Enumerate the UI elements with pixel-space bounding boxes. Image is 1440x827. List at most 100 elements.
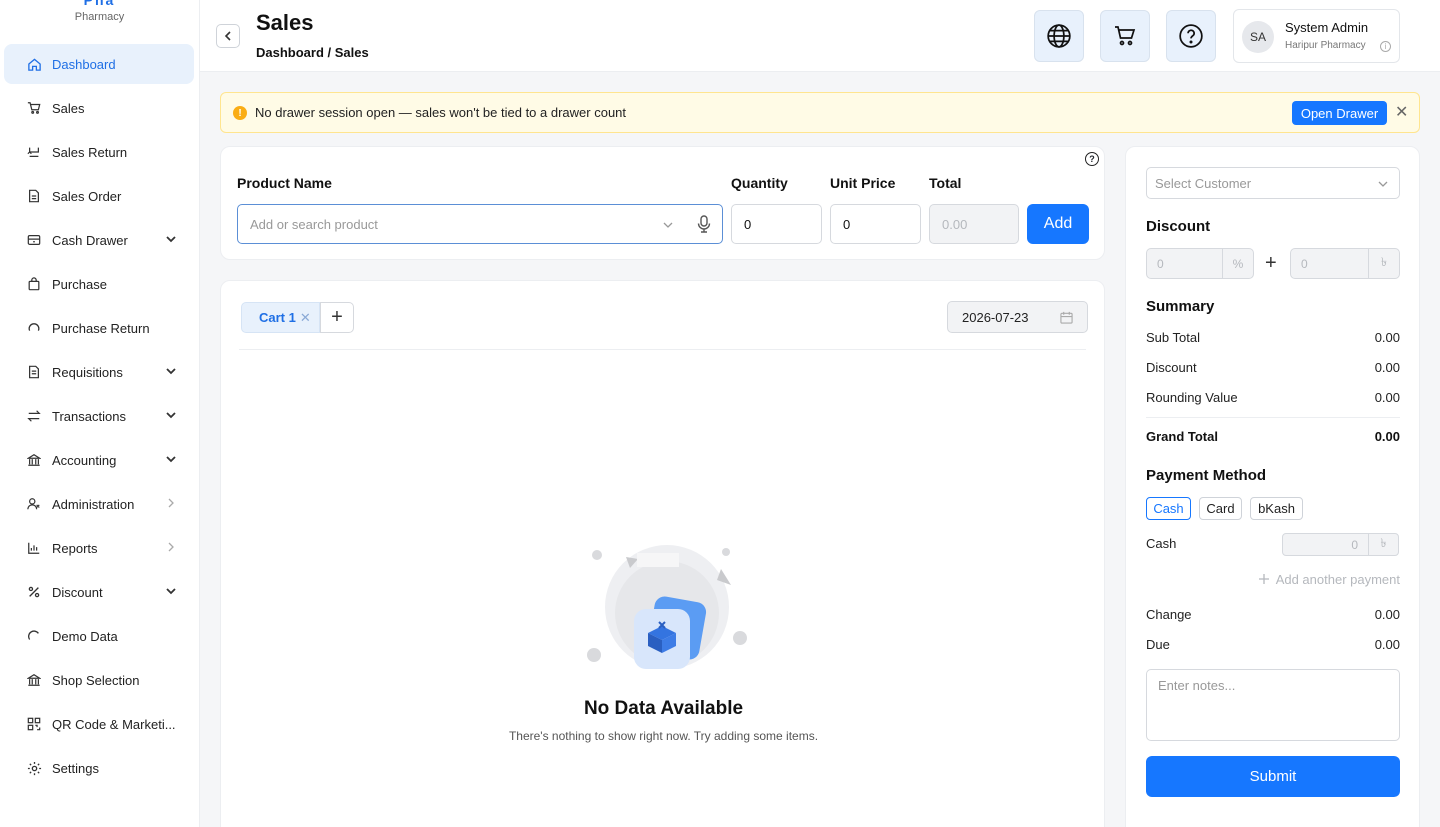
sidebar-item-reports[interactable]: Reports	[4, 528, 194, 568]
sidebar-item-demo-data[interactable]: Demo Data	[4, 616, 194, 656]
sidebar-item-administration[interactable]: Administration	[4, 484, 194, 524]
bank-icon	[26, 452, 42, 468]
sidebar-item-label: Purchase Return	[52, 320, 150, 336]
chevron-left-icon	[224, 31, 231, 41]
brand-logo: Pha	[83, 0, 116, 8]
sidebar-item-transactions[interactable]: Transactions	[4, 396, 194, 436]
language-button[interactable]	[1034, 10, 1084, 62]
empty-box-illustration	[587, 545, 747, 669]
close-icon[interactable]: ✕	[300, 310, 311, 326]
empty-state-subtitle: There's nothing to show right now. Try a…	[508, 729, 819, 743]
chevron-down-icon	[166, 456, 176, 463]
sidebar-item-accounting[interactable]: Accounting	[4, 440, 194, 480]
customer-select[interactable]: Select Customer	[1146, 167, 1400, 199]
sidebar-item-sales-return[interactable]: Sales Return	[4, 132, 194, 172]
grand-total-row: Grand Total 0.00	[1146, 429, 1400, 444]
chevron-down-icon	[166, 588, 176, 595]
percent-icon	[26, 584, 42, 600]
users-icon	[26, 496, 42, 512]
undo-icon	[26, 320, 42, 336]
sidebar-item-label: Discount	[52, 584, 103, 600]
sub-total-value: 0.00	[1374, 330, 1400, 345]
tab-cart-1[interactable]: Cart 1 ✕	[241, 302, 320, 333]
add-payment-button[interactable]: Add another payment	[1245, 572, 1400, 587]
currency-suffix: ৳	[1368, 534, 1398, 555]
quantity-input[interactable]: 0	[731, 204, 822, 244]
sidebar-item-label: Transactions	[52, 408, 126, 424]
product-search-input[interactable]: Add or search product	[237, 204, 723, 244]
plus-icon: +	[1265, 252, 1277, 274]
percent-suffix: %	[1222, 249, 1253, 278]
cart-button[interactable]	[1100, 10, 1150, 62]
sidebar-item-sales[interactable]: Sales	[4, 88, 194, 128]
grand-total-value: 0.00	[1374, 429, 1400, 444]
cart-card: Cart 1 ✕ + 2026-07-23 No Data Available …	[220, 280, 1105, 827]
payment-method-card[interactable]: Card	[1199, 497, 1242, 520]
help-icon[interactable]: ?	[1085, 152, 1099, 166]
chevron-down-icon	[1378, 181, 1388, 187]
warning-icon: !	[233, 106, 247, 120]
divider	[239, 349, 1086, 350]
help-button[interactable]	[1166, 10, 1216, 62]
close-icon[interactable]: ✕	[1395, 102, 1409, 122]
due-value: 0.00	[1374, 637, 1400, 652]
sidebar-item-label: Cash Drawer	[52, 232, 128, 248]
notes-placeholder: Enter notes...	[1158, 678, 1236, 693]
sidebar-item-purchase-return[interactable]: Purchase Return	[4, 308, 194, 348]
unit-price-label: Unit Price	[830, 175, 896, 191]
discount-value: 0.00	[1374, 360, 1400, 375]
product-name-label: Product Name	[237, 175, 332, 191]
sale-date-picker[interactable]: 2026-07-23	[947, 301, 1088, 333]
qr-icon	[26, 716, 42, 732]
open-drawer-button[interactable]: Open Drawer	[1292, 101, 1387, 125]
sidebar-item-shop-selection[interactable]: Shop Selection	[4, 660, 194, 700]
notes-textarea[interactable]: Enter notes...	[1146, 669, 1400, 741]
bar-chart-icon	[26, 540, 42, 556]
sidebar-item-sales-order[interactable]: Sales Order	[4, 176, 194, 216]
cash-amount-input[interactable]: 0 ৳	[1282, 533, 1399, 556]
due-row: Due 0.00	[1146, 637, 1400, 652]
breadcrumb[interactable]: Dashboard / Sales	[256, 45, 369, 60]
sidebar-item-label: Accounting	[52, 452, 117, 468]
avatar: SA	[1242, 21, 1274, 53]
sidebar-item-purchase[interactable]: Purchase	[4, 264, 194, 304]
microphone-icon[interactable]	[696, 215, 712, 233]
info-icon: i	[1380, 41, 1391, 52]
empty-state-title: No Data Available	[583, 698, 744, 719]
discount-amount-input[interactable]: 0 ৳	[1290, 248, 1400, 279]
sidebar-item-qr-code-marketing[interactable]: QR Code & Marketi...	[4, 704, 194, 744]
shop-icon	[26, 672, 42, 688]
add-product-button[interactable]: Add	[1027, 204, 1089, 244]
cash-amount-value: 0	[1351, 538, 1358, 552]
add-cart-button[interactable]: +	[320, 302, 354, 333]
sidebar-item-requisitions[interactable]: Requisitions	[4, 352, 194, 392]
rounding-label: Rounding Value	[1146, 390, 1238, 405]
rounding-row: Rounding Value 0.00	[1146, 390, 1400, 405]
back-button[interactable]	[216, 24, 240, 48]
product-entry-card: ? Product Name Quantity Unit Price Total…	[220, 146, 1105, 260]
sidebar-item-label: Dashboard	[52, 56, 116, 72]
sidebar-item-dashboard[interactable]: Dashboard	[4, 44, 194, 84]
discount-percent-input[interactable]: 0 %	[1146, 248, 1254, 279]
brand-subtitle: Pharmacy	[74, 11, 125, 23]
discount-heading: Discount	[1146, 218, 1211, 235]
home-icon	[26, 56, 42, 72]
brand: Pha Pharmacy	[0, 0, 199, 38]
payment-method-bkash[interactable]: bKash	[1250, 497, 1303, 520]
sidebar-item-settings[interactable]: Settings	[4, 748, 194, 788]
sidebar-item-label: Demo Data	[52, 628, 118, 644]
sidebar-item-cash-drawer[interactable]: Cash Drawer	[4, 220, 194, 260]
discount-percent-value: 0	[1157, 257, 1164, 271]
cart-icon	[26, 100, 42, 116]
submit-button[interactable]: Submit	[1146, 756, 1400, 797]
cash-label-row: Cash	[1146, 536, 1246, 551]
user-menu[interactable]: SA System Admin Haripur Pharmacy i	[1233, 9, 1400, 63]
bag-icon	[26, 276, 42, 292]
unit-price-input[interactable]: 0	[830, 204, 921, 244]
chevron-right-icon	[168, 542, 174, 552]
shopping-cart-icon	[1115, 26, 1136, 46]
return-icon	[26, 144, 42, 160]
sidebar-item-discount[interactable]: Discount	[4, 572, 194, 612]
sidebar-item-label: Administration	[52, 496, 135, 512]
payment-method-cash[interactable]: Cash	[1146, 497, 1191, 520]
